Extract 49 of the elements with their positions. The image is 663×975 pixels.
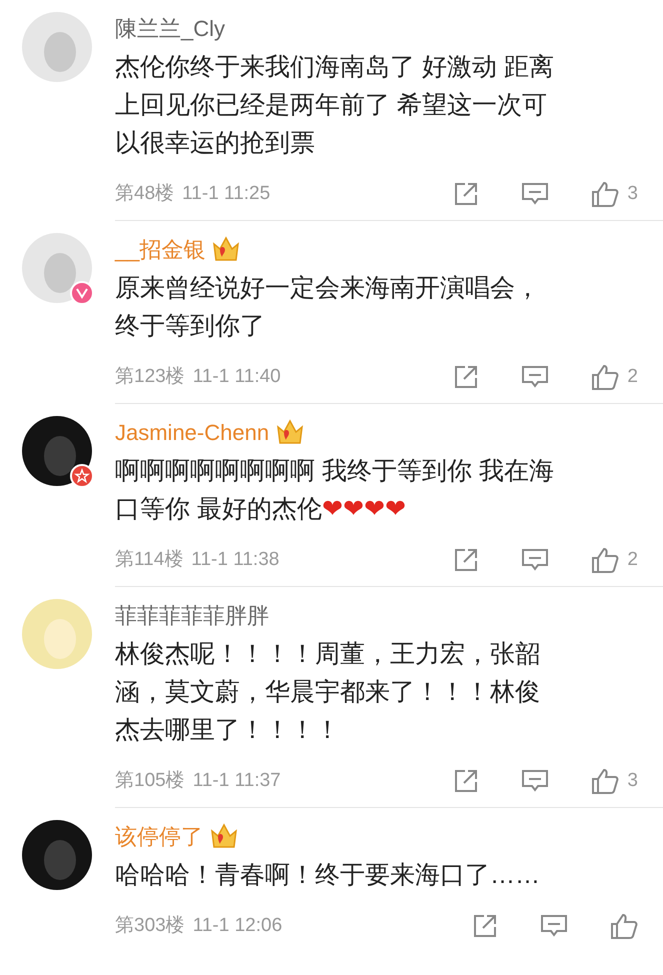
user-name[interactable]: 陳兰兰_Cly (115, 12, 226, 44)
like-count: 3 (627, 768, 638, 793)
comment-time: 11-1 11:38 (191, 548, 280, 572)
like-count: 2 (627, 548, 638, 572)
comment-icon[interactable] (521, 768, 550, 794)
user-name[interactable]: __招金银 (115, 232, 206, 266)
thumbs-up-icon[interactable] (591, 546, 620, 574)
avatar (22, 12, 92, 82)
comment-text: 原来曾经说好一定会来海南开演唱会， 终于等到你了 (115, 273, 541, 342)
user-name[interactable]: 该停停了 (115, 820, 203, 852)
comment-icon[interactable] (521, 181, 550, 207)
user-name[interactable]: 菲菲菲菲菲胖胖 (115, 598, 269, 632)
like-count: 2 (627, 364, 638, 389)
crown-icon (209, 821, 239, 851)
avatar (22, 416, 92, 486)
share-icon[interactable] (472, 913, 498, 939)
comment-icon[interactable] (521, 364, 550, 390)
thumbs-up-icon[interactable] (591, 363, 620, 391)
verified-badge-icon (70, 281, 94, 305)
avatar (22, 233, 92, 303)
crown-icon (275, 417, 306, 447)
comment-time: 11-1 11:25 (182, 182, 270, 206)
comment-time: 11-1 11:37 (192, 768, 281, 793)
floor-number: 第48楼 (115, 182, 174, 206)
comment-time: 11-1 12:06 (192, 914, 282, 938)
share-icon[interactable] (453, 768, 480, 794)
avatar (22, 599, 92, 669)
comment-icon[interactable] (540, 913, 568, 939)
star-badge-icon (70, 464, 94, 488)
comment-text: 哈哈哈！青春啊！终于要来海口了…… (115, 860, 541, 891)
comment-text: 杰伦你终于来我们海南岛了 好激动 距离 上回见你已经是两年前了 希望这一次可 以很幸运的抢到票 (115, 52, 555, 159)
share-icon[interactable] (453, 547, 480, 573)
comment-text: 啊啊啊啊啊啊啊啊 我终于等到你 我在海 口等你 最好的杰伦❤❤❤❤ (115, 456, 555, 525)
like-count: 3 (627, 182, 638, 206)
avatar (22, 820, 92, 890)
crown-icon (211, 234, 242, 264)
floor-number: 第303楼 (115, 914, 185, 938)
floor-number: 第123楼 (115, 364, 185, 389)
floor-number: 第105楼 (115, 768, 185, 793)
share-icon[interactable] (453, 181, 480, 207)
thumbs-up-icon[interactable] (610, 912, 638, 940)
comment-icon[interactable] (521, 547, 550, 573)
floor-number: 第114楼 (115, 548, 184, 572)
comment-time: 11-1 11:40 (192, 364, 281, 389)
thumbs-up-icon[interactable] (591, 767, 620, 795)
user-name[interactable]: Jasmine-Chenn (115, 416, 270, 448)
share-icon[interactable] (453, 364, 480, 390)
comment-text: 林俊杰呢！！！！周董，王力宏，张韶 涵，莫文蔚，华晨宇都来了！！！林俊 杰去哪里了！！！！ (115, 639, 541, 746)
thumbs-up-icon[interactable] (591, 180, 620, 208)
